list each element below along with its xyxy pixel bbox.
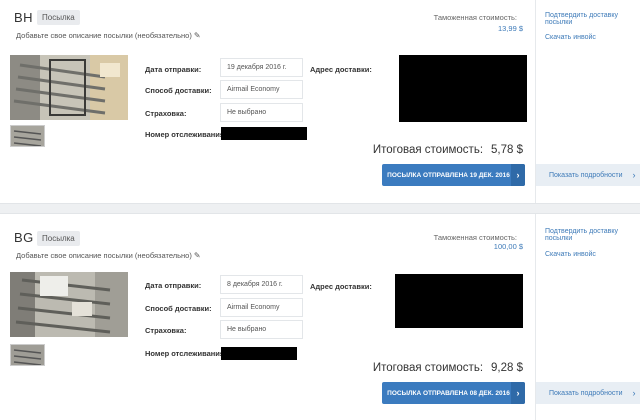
total-cost: Итоговая стоимость: 9,28 $ [373, 362, 523, 374]
show-details-label: Показать подробности [549, 389, 623, 397]
insurance-value: Не выбрано [220, 320, 303, 339]
total-cost-label: Итоговая стоимость: [372, 362, 484, 374]
insurance-value: Не выбрано [220, 103, 303, 122]
tracking-number-label: Номер отслеживания: [145, 349, 227, 358]
parcel-photo-thumbnail[interactable] [10, 344, 45, 366]
insurance-label: Страховка: [145, 326, 187, 335]
tracking-number-redacted [221, 347, 297, 360]
parcel-description-text: Добавьте свое описание посылки (необязат… [16, 251, 192, 260]
delivery-address-redacted [395, 274, 523, 328]
delivery-address-label: Адрес доставки: [310, 65, 372, 74]
tracking-number-label: Номер отслеживания: [145, 130, 227, 139]
customs-value-label: Таможенная стоимость: [433, 13, 517, 22]
parcel-description-link[interactable]: Добавьте свое описание посылки (необязат… [16, 31, 201, 40]
total-cost-label: Итоговая стоимость: [372, 144, 484, 156]
download-invoice-link[interactable]: Скачать инвойс [545, 34, 596, 41]
pencil-icon[interactable]: ✎ [194, 251, 201, 260]
total-cost: Итоговая стоимость: 5,78 $ [373, 144, 523, 156]
show-details-button[interactable]: Показать подробности › [536, 164, 640, 186]
shipping-method-value: Airmail Economy [220, 80, 303, 99]
parcel-main: BH Посылка Добавьте свое описание посылк… [0, 0, 535, 203]
parcel-status-button[interactable]: ПОСЫЛКА ОТПРАВЛЕНА 08 ДЕК. 2016 › [382, 382, 525, 404]
parcel-status-button[interactable]: ПОСЫЛКА ОТПРАВЛЕНА 19 ДЕК. 2016 › [382, 164, 525, 186]
chevron-right-icon: › [632, 170, 636, 180]
shipping-method-label: Способ доставки: [145, 304, 212, 313]
shipping-method-value: Airmail Economy [220, 298, 303, 317]
show-details-button[interactable]: Показать подробности › [536, 382, 640, 404]
download-invoice-link[interactable]: Скачать инвойс [545, 251, 596, 258]
chevron-right-icon: › [632, 388, 636, 398]
parcel-photo-thumbnail[interactable] [10, 125, 45, 147]
ship-date-label: Дата отправки: [145, 281, 202, 290]
parcel-code: BG [14, 230, 34, 245]
customs-value: 13,99 $ [497, 24, 523, 33]
shipping-method-label: Способ доставки: [145, 86, 212, 95]
ship-date-value: 8 декабря 2016 г. [220, 275, 303, 294]
parcel-main: BG Посылка Добавьте свое описание посылк… [0, 214, 535, 420]
parcel-actions: Подтвердить доставку посылки Скачать инв… [535, 214, 640, 420]
parcel-photo[interactable] [10, 272, 128, 337]
tracking-number-redacted [221, 127, 307, 140]
parcels-page: BH Посылка Добавьте свое описание посылк… [0, 0, 640, 420]
parcel-status-label: ПОСЫЛКА ОТПРАВЛЕНА 08 ДЕК. 2016 [387, 389, 510, 397]
show-details-label: Показать подробности [549, 171, 623, 179]
parcel-description-text: Добавьте свое описание посылки (необязат… [16, 31, 192, 40]
customs-value: 100,00 $ [493, 242, 523, 251]
parcel-status-label: ПОСЫЛКА ОТПРАВЛЕНА 19 ДЕК. 2016 [387, 171, 510, 179]
parcel-code: BH [14, 10, 34, 25]
customs-value-label: Таможенная стоимость: [433, 233, 517, 242]
parcel-card: BG Посылка Добавьте свое описание посылк… [0, 214, 640, 420]
delivery-address-label: Адрес доставки: [310, 282, 372, 291]
ship-date-label: Дата отправки: [145, 65, 202, 74]
parcel-type-badge: Посылка [37, 231, 80, 246]
chevron-right-icon[interactable]: › [511, 164, 525, 186]
parcel-type-badge: Посылка [37, 10, 80, 25]
confirm-delivery-link[interactable]: Подтвердить доставку посылки [545, 228, 640, 242]
parcel-actions: Подтвердить доставку посылки Скачать инв… [535, 0, 640, 203]
parcel-description-link[interactable]: Добавьте свое описание посылки (необязат… [16, 251, 201, 260]
chevron-right-icon[interactable]: › [511, 382, 525, 404]
total-cost-value: 9,28 $ [491, 362, 523, 374]
total-cost-value: 5,78 $ [491, 144, 523, 156]
ship-date-value: 19 декабря 2016 г. [220, 58, 303, 77]
delivery-address-redacted [399, 55, 527, 122]
pencil-icon[interactable]: ✎ [194, 31, 201, 40]
insurance-label: Страховка: [145, 109, 187, 118]
parcel-photo[interactable] [10, 55, 128, 120]
confirm-delivery-link[interactable]: Подтвердить доставку посылки [545, 12, 640, 26]
parcel-divider [0, 203, 640, 214]
parcel-card: BH Посылка Добавьте свое описание посылк… [0, 0, 640, 203]
